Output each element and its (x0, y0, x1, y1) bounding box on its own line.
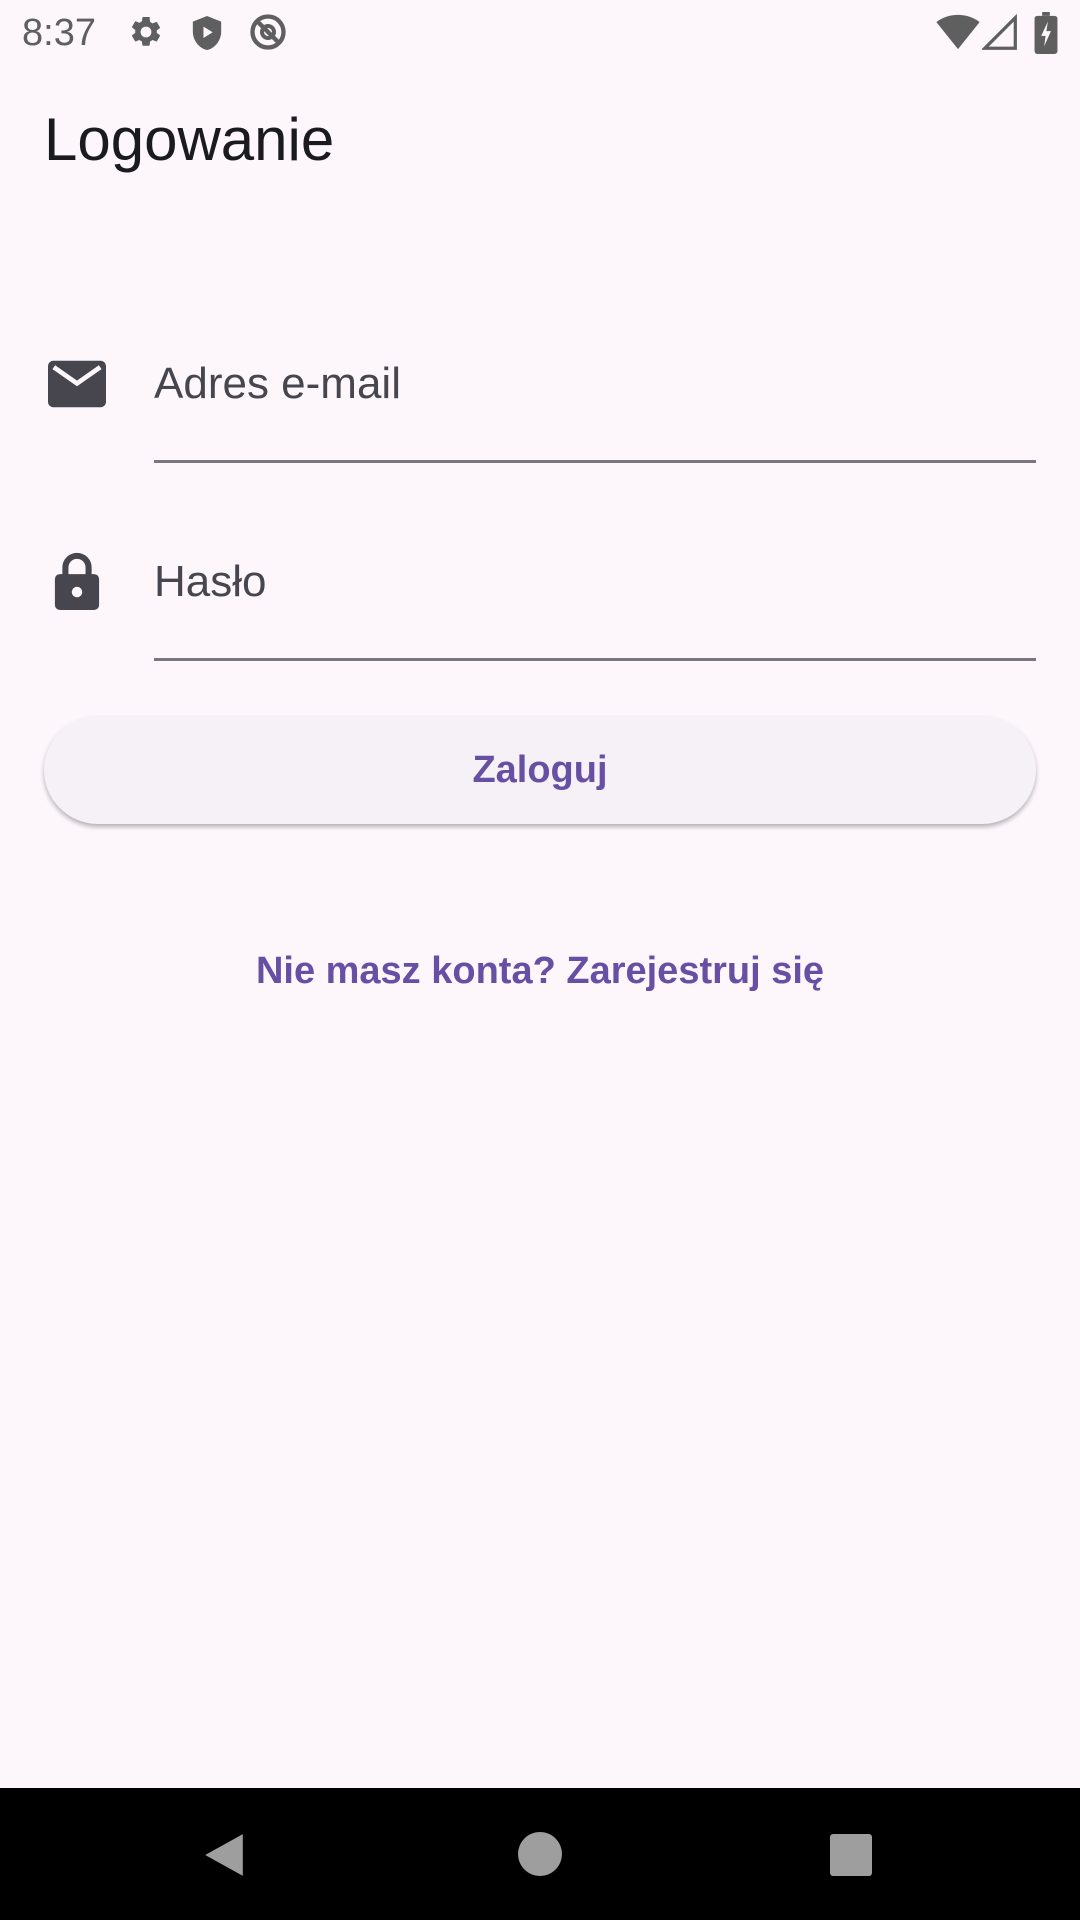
lock-icon (54, 552, 100, 610)
do-not-disturb-icon (250, 14, 286, 50)
register-link[interactable]: Nie masz konta? Zarejestruj się (0, 944, 1080, 998)
signal-icon (982, 14, 1017, 50)
login-button[interactable]: Zaloguj (44, 716, 1036, 824)
back-icon[interactable] (202, 1832, 246, 1878)
status-time: 8:37 (22, 12, 96, 54)
password-field-row (0, 528, 1080, 668)
password-field[interactable] (154, 547, 1036, 617)
password-field-underline (154, 658, 1036, 661)
page-title: Logowanie (44, 106, 335, 173)
navigation-bar (0, 1788, 1080, 1920)
email-icon (48, 360, 106, 408)
email-field[interactable] (154, 349, 1036, 419)
recents-icon[interactable] (830, 1834, 872, 1876)
email-field-underline (154, 460, 1036, 463)
home-icon[interactable] (518, 1832, 562, 1876)
shield-play-icon (192, 16, 222, 50)
email-field-row (0, 330, 1080, 470)
wifi-icon (936, 14, 980, 50)
battery-charging-icon (1034, 12, 1058, 54)
status-bar: 8:37 (0, 0, 1080, 66)
settings-icon (131, 16, 161, 46)
